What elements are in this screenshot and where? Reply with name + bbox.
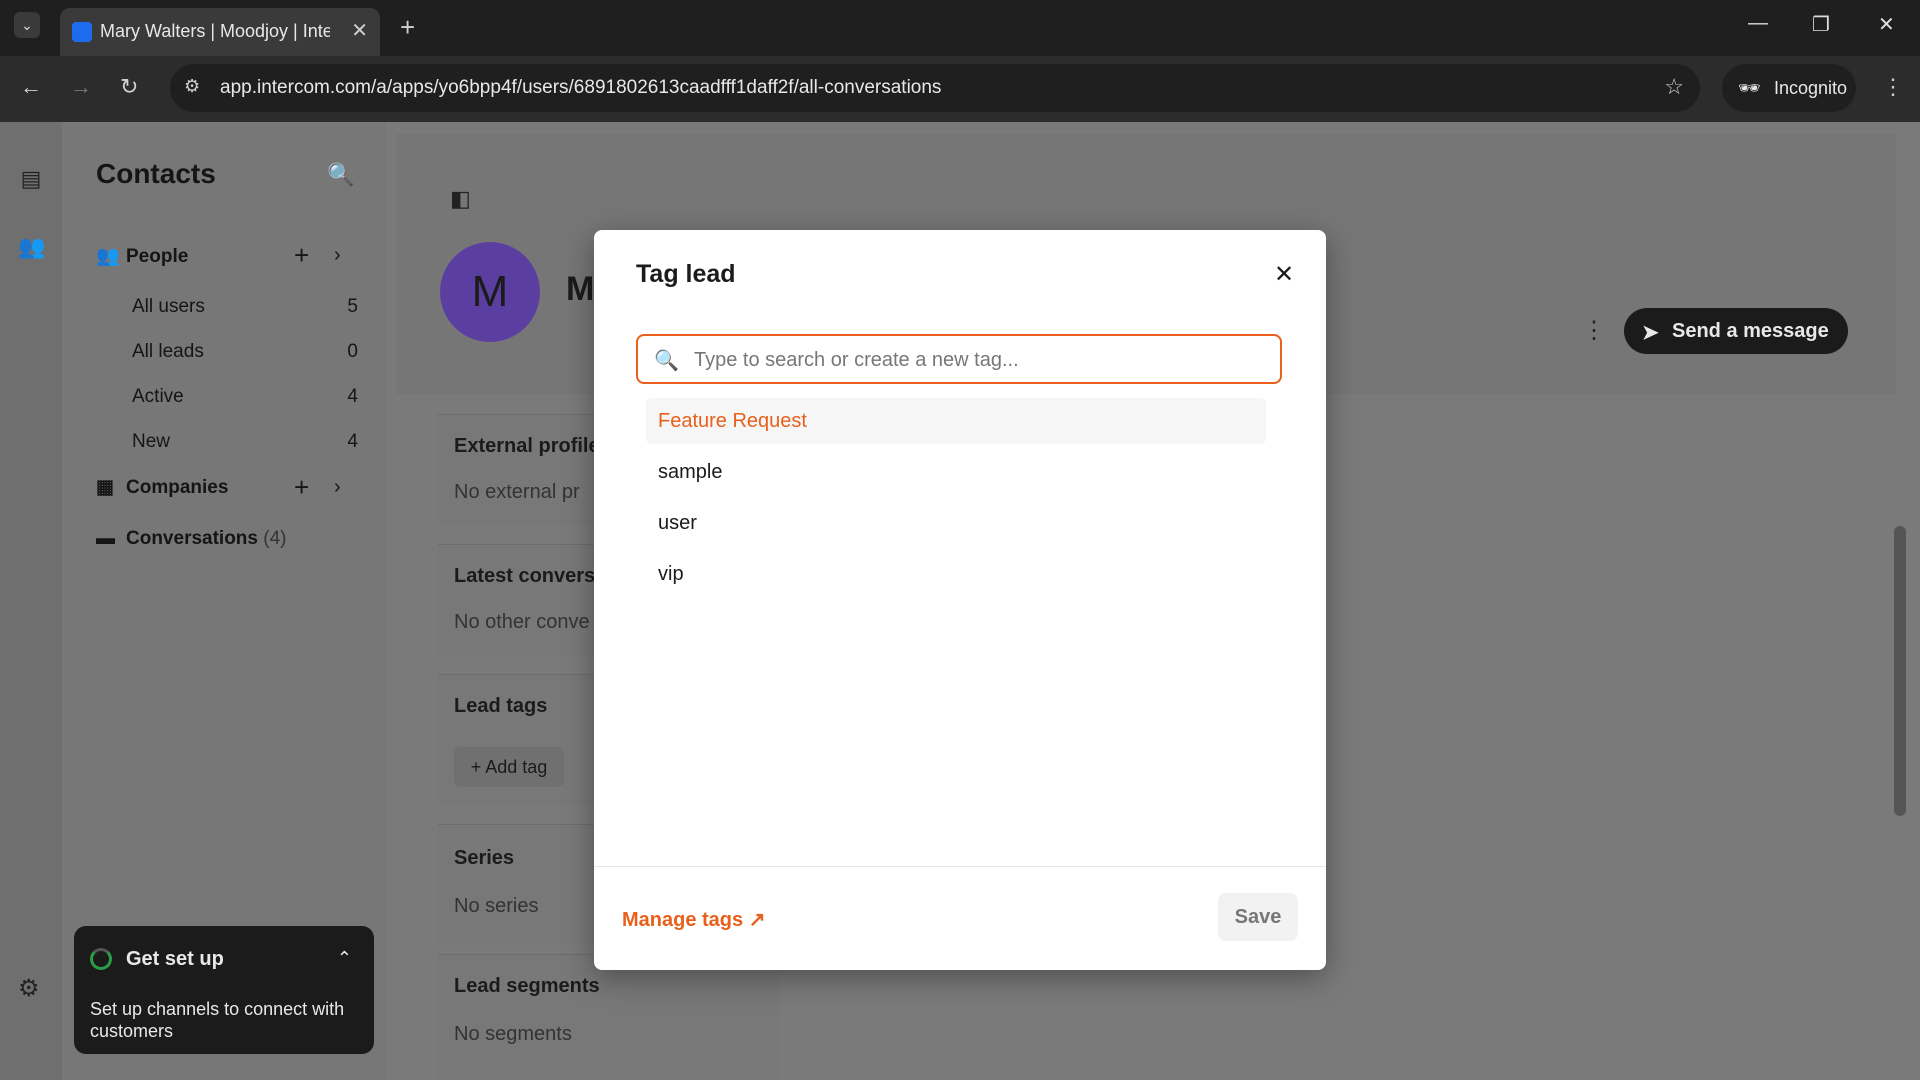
- card-value: No segments: [454, 1023, 572, 1045]
- card-header: Series: [454, 847, 515, 869]
- sidebar-item-count: 5: [347, 296, 358, 317]
- sidebar-item-new[interactable]: New 4: [132, 431, 358, 453]
- settings-gear-icon[interactable]: ⚙: [18, 974, 40, 1003]
- url-text: app.intercom.com/a/apps/yo6bpp4f/users/6…: [220, 77, 942, 98]
- setup-description: Set up channels to connect with customer…: [90, 999, 345, 1041]
- sidebar-item-label: All leads: [132, 341, 204, 362]
- bookmark-star-icon[interactable]: ☆: [1664, 74, 1684, 100]
- save-button[interactable]: Save: [1218, 893, 1298, 941]
- close-tab-icon[interactable]: ✕: [351, 18, 368, 43]
- new-tab-button[interactable]: +: [400, 12, 415, 43]
- search-icon[interactable]: 🔍: [327, 162, 354, 188]
- forward-icon[interactable]: →: [70, 74, 92, 100]
- people-label: People: [126, 246, 189, 267]
- send-icon: ➤: [1642, 322, 1659, 344]
- card-value: No external pr: [454, 481, 580, 503]
- conversations-section[interactable]: ▬ Conversations (4): [96, 528, 287, 550]
- people-chevron-icon[interactable]: ›: [334, 244, 341, 267]
- sidebar-item-all-leads[interactable]: All leads 0: [132, 341, 358, 363]
- avatar: M: [440, 242, 540, 342]
- reload-icon[interactable]: ↻: [120, 74, 138, 100]
- search-icon: 🔍: [654, 350, 679, 372]
- card-header: Lead segments: [454, 975, 600, 997]
- card-header: External profile: [454, 435, 600, 457]
- tag-search-box: 🔍: [636, 334, 1282, 384]
- tag-lead-modal: Tag lead ✕ 🔍 Feature Request sample user…: [594, 230, 1326, 970]
- browser-tab[interactable]: Mary Walters | Moodjoy | Interc ✕: [60, 8, 380, 56]
- tag-option-user[interactable]: user: [646, 500, 1266, 546]
- card-header: Lead tags: [454, 695, 548, 717]
- progress-ring-icon: [90, 948, 112, 970]
- inbox-icon[interactable]: ▤: [18, 166, 44, 192]
- conversations-icon: ▬: [96, 528, 115, 549]
- modal-footer: Manage tags ↗ Save: [594, 866, 1326, 971]
- conversations-count: (4): [263, 528, 287, 549]
- card-header: Latest convers: [454, 565, 596, 587]
- more-options-icon[interactable]: ⋮: [1582, 316, 1606, 345]
- companies-section[interactable]: ▦ Companies: [96, 476, 228, 499]
- tag-label: sample: [658, 461, 723, 483]
- toggle-panel-icon[interactable]: ◧: [450, 186, 471, 212]
- send-message-button[interactable]: ➤ Send a message: [1624, 308, 1848, 354]
- tag-option-feature-request[interactable]: Feature Request: [646, 398, 1266, 444]
- people-section[interactable]: 👥 People: [96, 244, 188, 268]
- sidebar-item-label: All users: [132, 296, 205, 317]
- lead-segments-card: Lead segments No segments: [438, 954, 778, 1080]
- incognito-indicator[interactable]: 🕶 Incognito: [1722, 64, 1856, 112]
- tab-title: Mary Walters | Moodjoy | Interc: [100, 21, 330, 41]
- contacts-sidebar: Contacts 🔍 👥 People + › All users 5 All le…: [62, 122, 386, 1080]
- conversations-label: Conversations: [126, 528, 258, 549]
- get-set-up-widget[interactable]: Get set up ⌃ Set up channels to connect …: [74, 926, 374, 1054]
- companies-chevron-icon[interactable]: ›: [334, 476, 341, 499]
- incognito-label: Incognito: [1774, 78, 1848, 98]
- card-value: No series: [454, 895, 539, 917]
- close-icon[interactable]: ✕: [1274, 260, 1294, 289]
- modal-title: Tag lead: [636, 260, 736, 288]
- tag-label: Feature Request: [658, 410, 807, 432]
- manage-tags-link[interactable]: Manage tags ↗: [622, 907, 765, 932]
- add-tag-button[interactable]: + Add tag: [454, 747, 564, 787]
- contact-name: M: [566, 270, 595, 308]
- browser-menu-icon[interactable]: ⋮: [1882, 74, 1904, 100]
- chevron-up-icon[interactable]: ⌃: [337, 948, 352, 969]
- add-person-button[interactable]: +: [294, 240, 309, 271]
- back-icon[interactable]: ←: [20, 74, 42, 100]
- building-icon: ▦: [96, 477, 114, 498]
- people-icon: 👥: [96, 246, 120, 267]
- contacts-icon[interactable]: 👥: [18, 234, 45, 260]
- tag-option-vip[interactable]: vip: [646, 551, 1266, 597]
- restore-icon[interactable]: ❐: [1812, 12, 1830, 37]
- sidebar-item-label: Active: [132, 386, 184, 407]
- sidebar-item-count: 4: [347, 386, 358, 407]
- close-window-icon[interactable]: ✕: [1878, 12, 1895, 37]
- address-bar: ← → ↻ ⚙ app.intercom.com/a/apps/yo6bpp4f…: [0, 56, 1920, 122]
- nav-rail: ▤ 👥 ⚙: [0, 122, 62, 1080]
- intercom-favicon-icon: [72, 22, 92, 42]
- tag-search-input[interactable]: [692, 346, 1256, 374]
- page-title: Contacts: [96, 158, 216, 189]
- sidebar-item-count: 0: [347, 341, 358, 362]
- card-value: No other conve: [454, 611, 590, 633]
- url-field[interactable]: ⚙ app.intercom.com/a/apps/yo6bpp4f/users…: [170, 64, 1700, 112]
- minimize-icon[interactable]: —: [1748, 12, 1768, 35]
- tag-option-sample[interactable]: sample: [646, 449, 1266, 495]
- sidebar-item-count: 4: [347, 431, 358, 452]
- tag-label: user: [658, 512, 697, 534]
- site-info-icon[interactable]: ⚙: [184, 76, 200, 97]
- browser-tab-bar: ⌄ Mary Walters | Moodjoy | Interc ✕ + — …: [0, 0, 1920, 56]
- sidebar-item-label: New: [132, 431, 171, 452]
- companies-label: Companies: [126, 477, 229, 498]
- tag-label: vip: [658, 563, 684, 585]
- add-company-button[interactable]: +: [294, 472, 309, 503]
- sidebar-item-all-users[interactable]: All users 5: [132, 296, 358, 318]
- setup-title: Get set up: [126, 948, 224, 970]
- send-message-label: Send a message: [1672, 320, 1829, 342]
- incognito-icon: 🕶: [1738, 78, 1761, 98]
- tab-list-button[interactable]: ⌄: [14, 12, 40, 38]
- sidebar-item-active[interactable]: Active 4: [132, 386, 358, 408]
- scrollbar[interactable]: [1894, 526, 1906, 816]
